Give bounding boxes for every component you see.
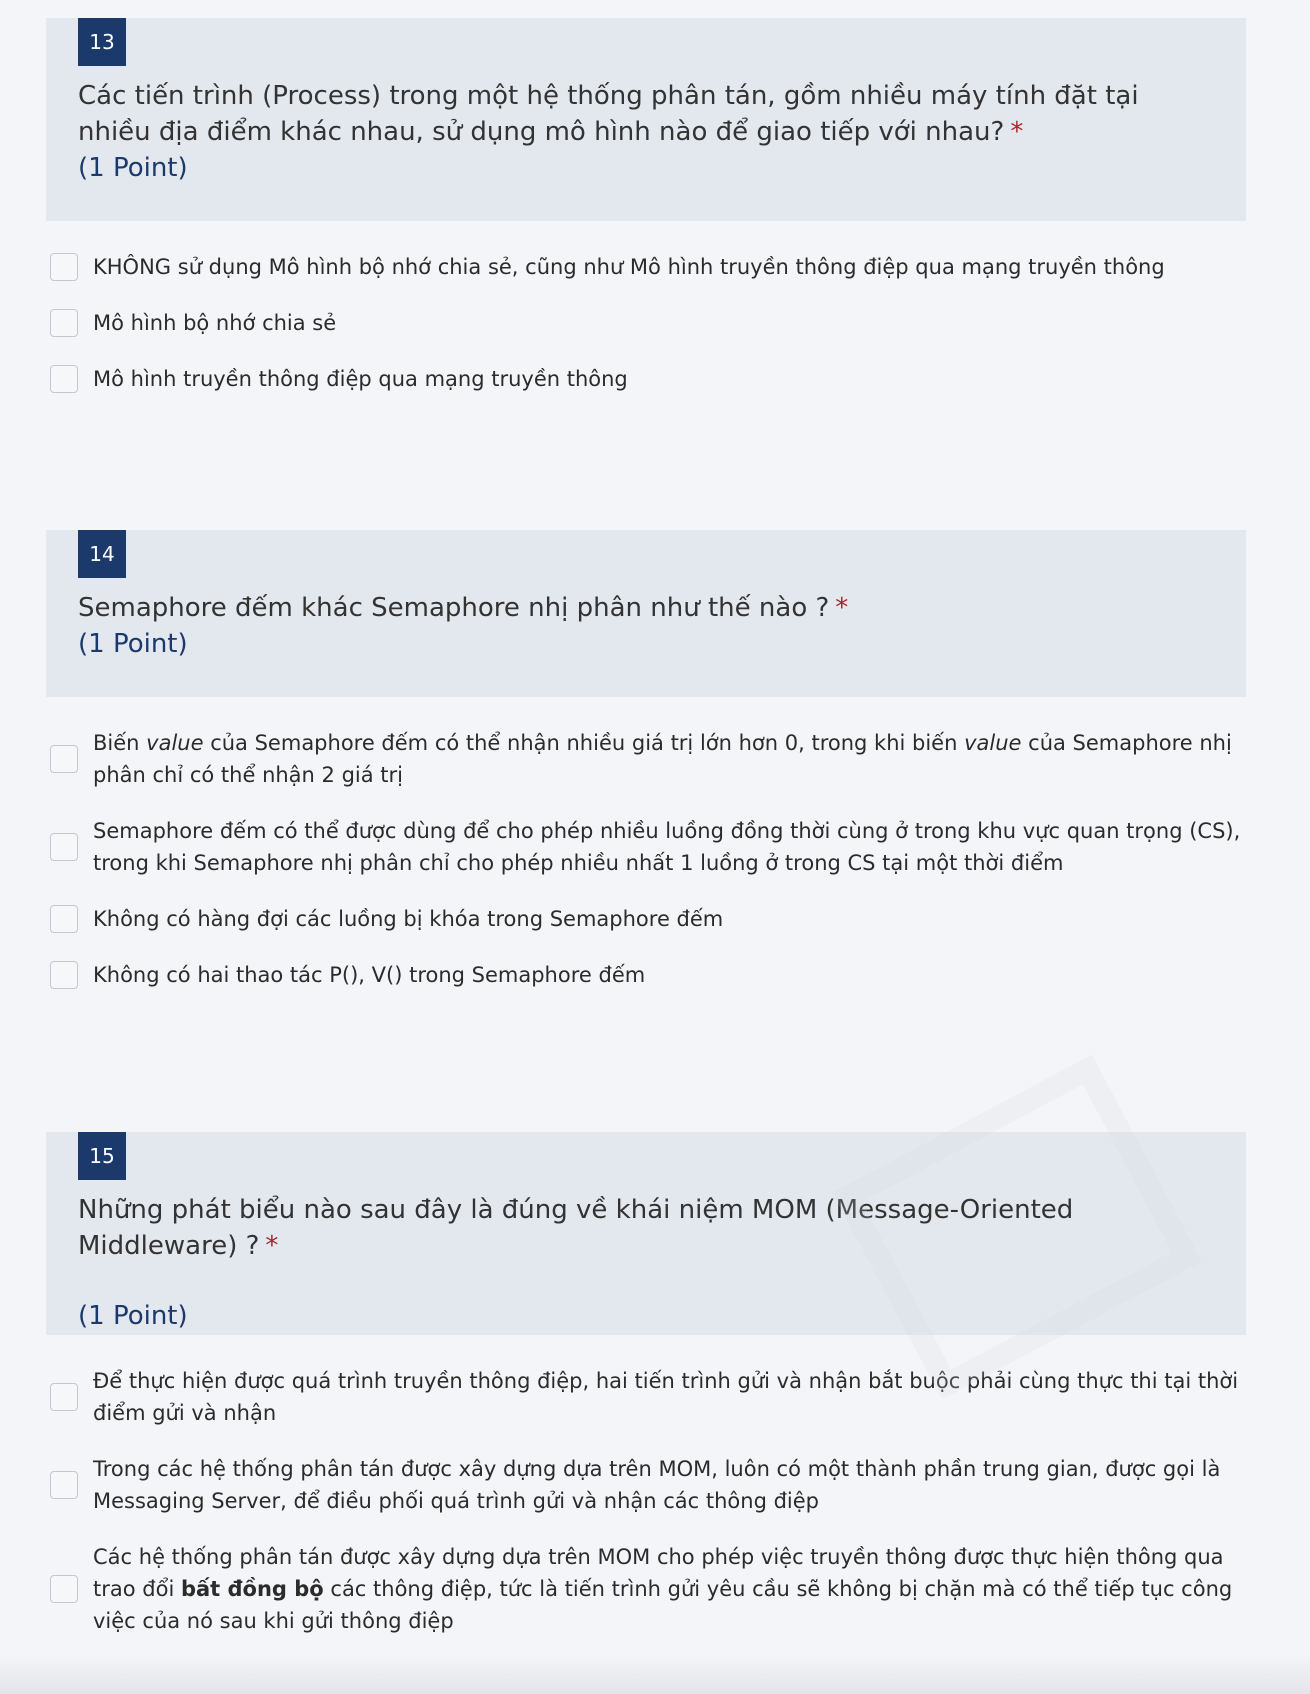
question-title-text: Semaphore đếm khác Semaphore nhị phân nh… (78, 593, 830, 623)
checkbox[interactable] (50, 309, 78, 337)
option-label-segment: Biến (93, 731, 147, 755)
answer-option[interactable]: Các hệ thống phân tán được xây dựng dựa … (46, 1529, 1246, 1649)
checkbox[interactable] (50, 1575, 78, 1603)
required-asterisk: * (835, 593, 849, 623)
required-asterisk: * (265, 1231, 279, 1261)
form-page: 13 Các tiến trình (Process) trong một hệ… (46, 18, 1246, 1649)
question-number-badge: 15 (78, 1132, 126, 1180)
checkbox[interactable] (50, 1383, 78, 1411)
question-title: Những phát biểu nào sau đây là đúng về k… (78, 1192, 1214, 1264)
option-label: Biến value của Semaphore đếm có thể nhận… (93, 727, 1246, 791)
checkbox[interactable] (50, 253, 78, 281)
option-label-segment: của Semaphore đếm có thể nhận nhiều giá … (203, 731, 965, 755)
question-header: 15 Những phát biểu nào sau đây là đúng v… (46, 1132, 1246, 1335)
option-label: Semaphore đếm có thể được dùng để cho ph… (93, 819, 1241, 875)
question-13: 13 Các tiến trình (Process) trong một hệ… (46, 18, 1246, 530)
checkbox[interactable] (50, 1471, 78, 1499)
answer-option[interactable]: Trong các hệ thống phân tán được xây dựn… (46, 1441, 1246, 1529)
question-points: (1 Point) (78, 629, 188, 659)
option-label-italic: value (146, 731, 204, 755)
checkbox[interactable] (50, 833, 78, 861)
option-label: Không có hàng đợi các luồng bị khóa tron… (93, 907, 724, 931)
checkbox[interactable] (50, 961, 78, 989)
question-number-badge: 13 (78, 18, 126, 66)
bottom-shadow (0, 1654, 1310, 1694)
required-asterisk: * (1010, 117, 1024, 147)
answer-option[interactable]: Biến value của Semaphore đếm có thể nhận… (46, 715, 1246, 803)
answer-option[interactable]: Mô hình bộ nhớ chia sẻ (46, 295, 1246, 351)
answer-options: Biến value của Semaphore đếm có thể nhận… (46, 697, 1246, 1003)
checkbox[interactable] (50, 905, 78, 933)
question-title-text: Những phát biểu nào sau đây là đúng về k… (78, 1195, 1074, 1261)
option-label: Để thực hiện được quá trình truyền thông… (93, 1369, 1239, 1425)
answer-option[interactable]: Không có hai thao tác P(), V() trong Sem… (46, 947, 1246, 1003)
answer-option[interactable]: Không có hàng đợi các luồng bị khóa tron… (46, 891, 1246, 947)
option-label: KHÔNG sử dụng Mô hình bộ nhớ chia sẻ, cũ… (93, 255, 1165, 279)
question-header: 13 Các tiến trình (Process) trong một hệ… (46, 18, 1246, 221)
option-label: Không có hai thao tác P(), V() trong Sem… (93, 963, 646, 987)
question-14: 14 Semaphore đếm khác Semaphore nhị phân… (46, 530, 1246, 1132)
answer-option[interactable]: Mô hình truyền thông điệp qua mạng truyề… (46, 351, 1246, 407)
question-title: Semaphore đếm khác Semaphore nhị phân nh… (78, 590, 1214, 626)
question-number-badge: 14 (78, 530, 126, 578)
answer-options: Để thực hiện được quá trình truyền thông… (46, 1335, 1246, 1649)
checkbox[interactable] (50, 365, 78, 393)
option-label-bold: bất đồng bộ (180, 1577, 324, 1601)
option-label: Trong các hệ thống phân tán được xây dựn… (93, 1457, 1221, 1513)
question-header: 14 Semaphore đếm khác Semaphore nhị phân… (46, 530, 1246, 697)
option-label: Các hệ thống phân tán được xây dựng dựa … (93, 1541, 1246, 1637)
question-title: Các tiến trình (Process) trong một hệ th… (78, 78, 1214, 150)
answer-option[interactable]: Để thực hiện được quá trình truyền thông… (46, 1353, 1246, 1441)
option-label: Mô hình bộ nhớ chia sẻ (93, 311, 337, 335)
answer-option[interactable]: KHÔNG sử dụng Mô hình bộ nhớ chia sẻ, cũ… (46, 239, 1246, 295)
question-points: (1 Point) (78, 1301, 188, 1331)
question-15: 15 Những phát biểu nào sau đây là đúng v… (46, 1132, 1246, 1649)
question-points: (1 Point) (78, 153, 188, 183)
checkbox[interactable] (50, 745, 78, 773)
option-label: Mô hình truyền thông điệp qua mạng truyề… (93, 367, 628, 391)
answer-option[interactable]: Semaphore đếm có thể được dùng để cho ph… (46, 803, 1246, 891)
question-title-text: Các tiến trình (Process) trong một hệ th… (78, 81, 1139, 147)
answer-options: KHÔNG sử dụng Mô hình bộ nhớ chia sẻ, cũ… (46, 221, 1246, 407)
option-label-italic: value (964, 731, 1022, 755)
